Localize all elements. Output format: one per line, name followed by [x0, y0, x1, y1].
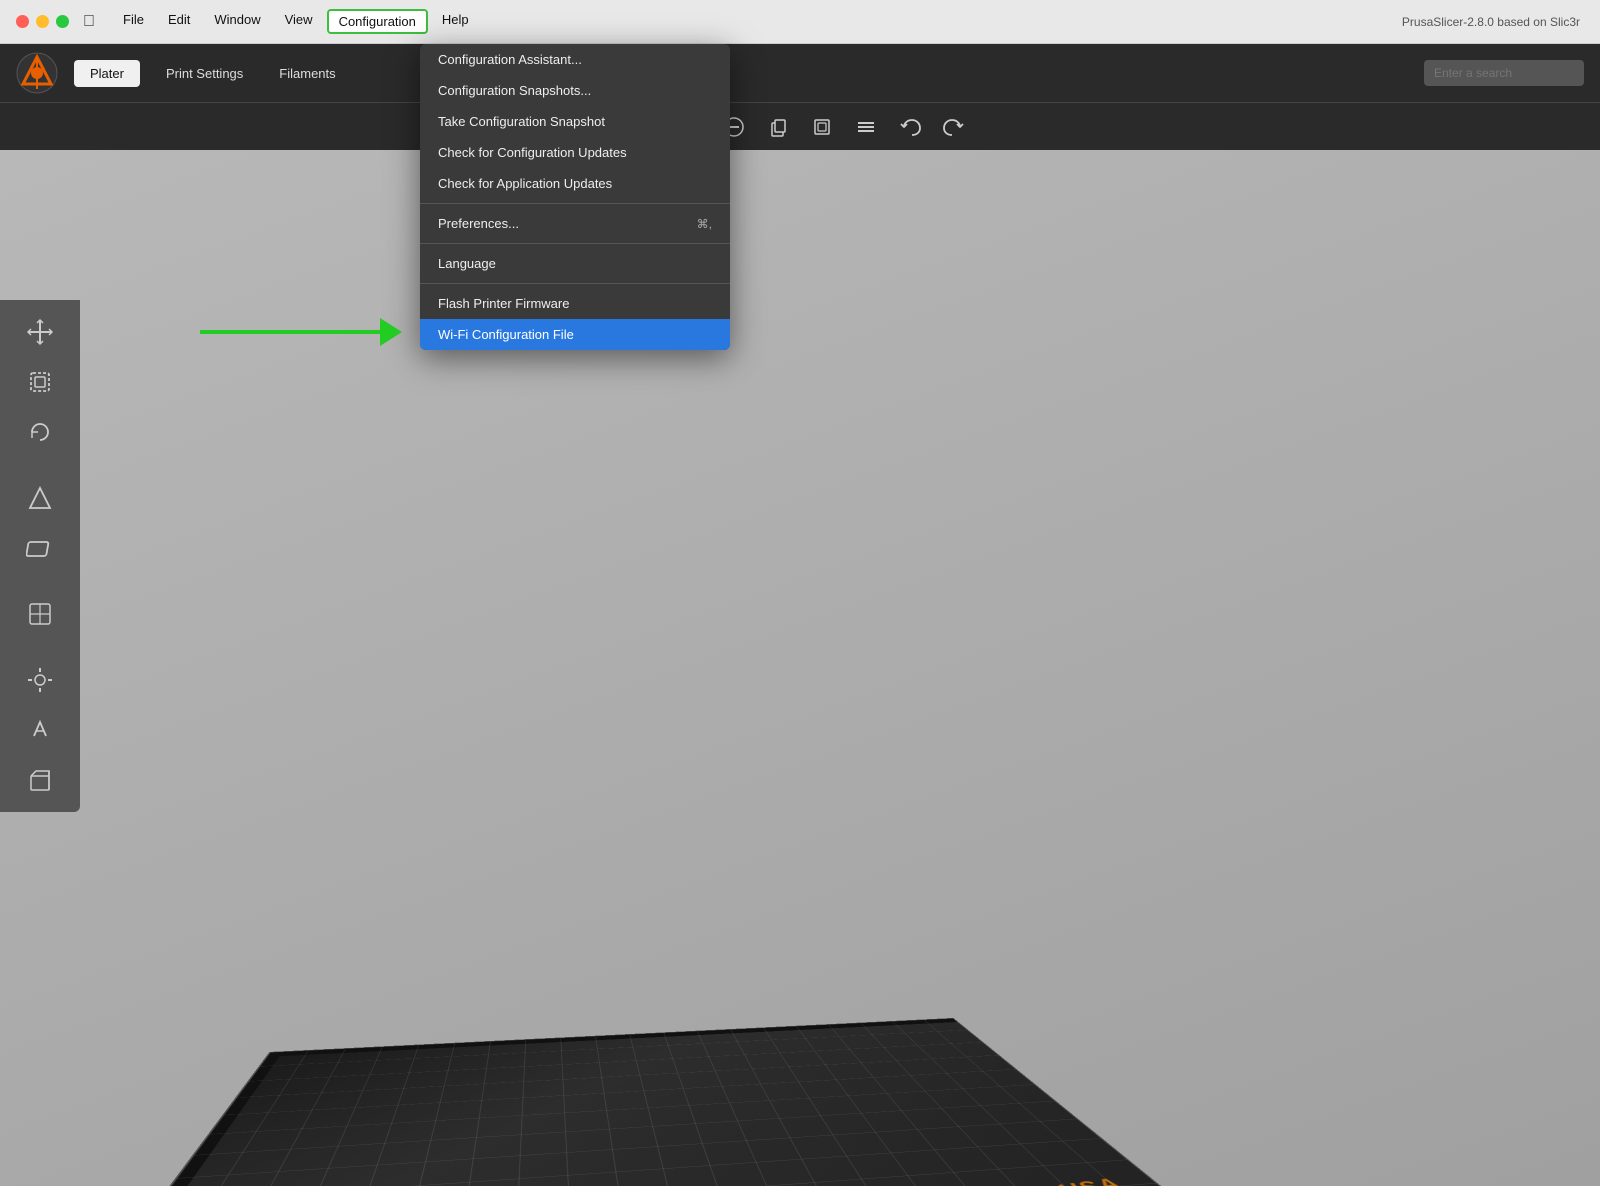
- close-button[interactable]: [16, 15, 29, 28]
- arrow-annotation: [200, 318, 402, 346]
- app-toolbar: Plater Print Settings Filaments: [0, 44, 1600, 102]
- arrow-head-icon: [380, 318, 402, 346]
- title-bar:  File Edit Window View Configuration He…: [0, 0, 1600, 44]
- window-title: PrusaSlicer-2.8.0 based on Slic3r: [1402, 15, 1580, 29]
- menu-view[interactable]: View: [275, 9, 323, 34]
- place-tool-icon[interactable]: [20, 528, 60, 568]
- menu-item-check-config-updates[interactable]: Check for Configuration Updates: [420, 137, 730, 168]
- menu-item-wifi-config[interactable]: Wi-Fi Configuration File: [420, 319, 730, 350]
- menu-item-configuration-snapshots[interactable]: Configuration Snapshots...: [420, 75, 730, 106]
- grid-overlay: [92, 1018, 1182, 1186]
- separator-2: [420, 243, 730, 244]
- app-logo: [16, 52, 58, 94]
- left-sidebar: [0, 300, 80, 812]
- menu-file[interactable]: File: [113, 9, 154, 34]
- configuration-dropdown: Configuration Assistant... Configuration…: [420, 44, 730, 350]
- menu-configuration[interactable]: Configuration: [327, 9, 428, 34]
- menu-window[interactable]: Window: [204, 9, 270, 34]
- menu-edit[interactable]: Edit: [158, 9, 200, 34]
- redo-icon[interactable]: [936, 109, 972, 145]
- fullscreen-button[interactable]: [56, 15, 69, 28]
- menu-item-configuration-assistant[interactable]: Configuration Assistant...: [420, 44, 730, 75]
- rotate-tool-icon[interactable]: [20, 412, 60, 452]
- menu-item-check-app-updates[interactable]: Check for Application Updates: [420, 168, 730, 199]
- print-bed: ORIGINAL PRUSA: [89, 1018, 1185, 1186]
- settings-tool-icon[interactable]: [20, 660, 60, 700]
- filaments-tab[interactable]: Filaments: [269, 60, 345, 87]
- align-icon[interactable]: [848, 109, 884, 145]
- move-tool-icon[interactable]: [20, 312, 60, 352]
- minimize-button[interactable]: [36, 15, 49, 28]
- paint-tool-icon[interactable]: [20, 710, 60, 750]
- separator-3: [420, 283, 730, 284]
- box-tool-icon[interactable]: [20, 760, 60, 800]
- undo-icon[interactable]: [892, 109, 928, 145]
- menu-help[interactable]: Help: [432, 9, 479, 34]
- icon-toolbar: [0, 102, 1600, 150]
- cut-tool-icon[interactable]: [20, 478, 60, 518]
- apple-logo-icon: : [83, 13, 95, 31]
- menu-bar: File Edit Window View Configuration Help: [113, 9, 479, 34]
- menu-item-take-snapshot[interactable]: Take Configuration Snapshot: [420, 106, 730, 137]
- paste-icon[interactable]: [804, 109, 840, 145]
- traffic-lights: [16, 15, 69, 28]
- menu-item-preferences[interactable]: Preferences... ⌘,: [420, 208, 730, 239]
- search-input[interactable]: [1424, 60, 1584, 86]
- 3d-viewport[interactable]: ORIGINAL PRUSA: [0, 150, 1600, 1186]
- separator-1: [420, 203, 730, 204]
- arrow-body: [200, 330, 380, 334]
- preferences-shortcut: ⌘,: [697, 217, 712, 231]
- plater-button[interactable]: Plater: [74, 60, 140, 87]
- support-tool-icon[interactable]: [20, 594, 60, 634]
- print-settings-tab[interactable]: Print Settings: [156, 60, 253, 87]
- print-bed-container: ORIGINAL PRUSA: [80, 546, 1600, 1186]
- menu-item-flash-firmware[interactable]: Flash Printer Firmware: [420, 288, 730, 319]
- menu-item-language[interactable]: Language: [420, 248, 730, 279]
- copy-icon[interactable]: [760, 109, 796, 145]
- scale-tool-icon[interactable]: [20, 362, 60, 402]
